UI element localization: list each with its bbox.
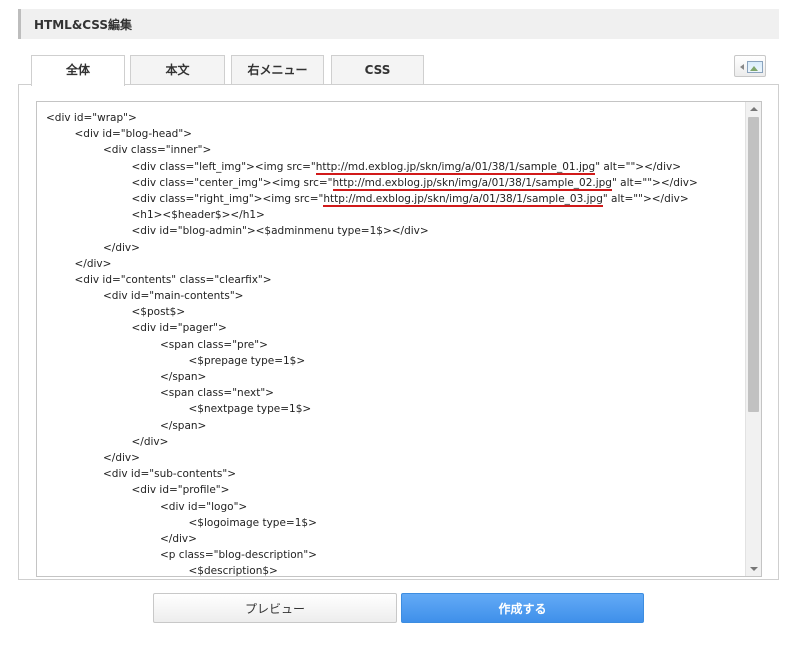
code-text: " alt=""></div> — [602, 192, 689, 205]
scroll-up-icon[interactable] — [750, 107, 758, 111]
code-text: <div class="center_img"><img src=" — [131, 176, 333, 189]
code-text: <div class="inner"> — [103, 144, 212, 157]
code-text: <div id="logo"> — [160, 500, 248, 513]
code-line: </div> — [46, 434, 698, 450]
code-text: " alt=""></div> — [595, 160, 682, 173]
image-url-text: http://md.exblog.jp/skn/img/a/01/38/1/sa… — [332, 176, 612, 191]
code-line: <div id="main-contents"> — [46, 288, 698, 304]
code-text: <div id="blog-head"> — [74, 128, 192, 141]
vertical-scrollbar[interactable] — [745, 102, 761, 576]
code-line: <$post$> — [46, 304, 698, 320]
tab-all[interactable]: 全体 — [31, 55, 125, 86]
code-line: </div> — [46, 240, 698, 256]
code-text: <div id="contents" class="clearfix"> — [74, 273, 272, 286]
code-line: <span class="next"> — [46, 385, 698, 401]
code-text: </div> — [103, 241, 140, 254]
code-line: </div> — [46, 256, 698, 272]
code-text: <$logoimage type=1$> — [188, 516, 317, 529]
code-line: <div id="profile"> — [46, 482, 698, 498]
image-url-text: http://md.exblog.jp/skn/img/a/01/38/1/sa… — [323, 192, 603, 207]
code-line: </div> — [46, 531, 698, 547]
tab-right-menu[interactable]: 右メニュー — [231, 55, 324, 85]
code-text: <div id="blog-admin"><$adminmenu type=1$… — [131, 225, 429, 238]
code-line: <div id="blog-head"> — [46, 126, 698, 142]
tab-body[interactable]: 本文 — [130, 55, 225, 85]
code-line: <div class="inner"> — [46, 142, 698, 158]
code-line: <div id="contents" class="clearfix"> — [46, 272, 698, 288]
code-text: <p class="blog-description"> — [160, 549, 317, 562]
code-text: <$prepage type=1$> — [188, 354, 306, 367]
code-line: <div class="left_img"><img src="http://m… — [46, 159, 698, 175]
code-line: <div class="right_img"><img src="http://… — [46, 191, 698, 207]
image-icon — [747, 61, 763, 73]
code-text: <div id="wrap"> — [46, 112, 137, 124]
code-editor[interactable]: <div id="wrap"> <div id="blog-head"> <div … — [36, 101, 762, 577]
code-text: <div id="main-contents"> — [103, 290, 244, 303]
code-text: <$nextpage type=1$> — [188, 403, 312, 416]
editor-panel: <div id="wrap"> <div id="blog-head"> <div … — [18, 84, 779, 580]
code-text: </div> — [103, 451, 140, 464]
section-header: HTML&CSS編集 — [18, 9, 779, 39]
code-text: <span class="next"> — [160, 387, 274, 400]
code-line: <p class="blog-description"> — [46, 547, 698, 563]
code-text: <div class="left_img"><img src=" — [131, 160, 316, 173]
code-line: <$nextpage type=1$> — [46, 401, 698, 417]
code-line: <div class="center_img"><img src="http:/… — [46, 175, 698, 191]
code-line: <span class="pre"> — [46, 337, 698, 353]
code-line: <div id="sub-contents"> — [46, 466, 698, 482]
code-text: <$post$> — [131, 306, 186, 319]
code-line: <$prepage type=1$> — [46, 353, 698, 369]
code-text: </div> — [74, 257, 112, 270]
code-text: <div id="pager"> — [131, 322, 227, 335]
code-text: " alt=""></div> — [611, 176, 698, 189]
code-text: <div id="sub-contents"> — [103, 468, 237, 481]
code-line: <$logoimage type=1$> — [46, 515, 698, 531]
section-title: HTML&CSS編集 — [34, 18, 133, 32]
code-line: <$description$> — [46, 563, 698, 577]
code-text: <h1><$header$></h1> — [131, 209, 265, 222]
code-line: <div id="wrap"> — [46, 110, 698, 126]
code-text: <div class="right_img"><img src=" — [131, 192, 324, 205]
arrow-left-icon — [740, 64, 744, 70]
tab-css[interactable]: CSS — [331, 55, 424, 85]
code-text: <$description$> — [188, 565, 278, 577]
code-text: <div id="profile"> — [131, 484, 230, 497]
code-text: </span> — [160, 371, 207, 383]
scroll-thumb[interactable] — [748, 117, 759, 412]
scroll-down-icon[interactable] — [750, 567, 758, 571]
insert-image-button[interactable] — [734, 55, 766, 77]
code-text: <span class="pre"> — [160, 338, 268, 351]
code-line: <div id="pager"> — [46, 320, 698, 336]
code-line: <div id="blog-admin"><$adminmenu type=1$… — [46, 223, 698, 239]
code-lines: <div id="wrap"> <div id="blog-head"> <div … — [46, 110, 698, 577]
code-text: </div> — [131, 435, 169, 448]
code-line: </span> — [46, 418, 698, 434]
code-line: <div id="logo"> — [46, 499, 698, 515]
image-url-text: http://md.exblog.jp/skn/img/a/01/38/1/sa… — [315, 160, 596, 175]
create-button[interactable]: 作成する — [401, 593, 644, 623]
code-text: </span> — [160, 419, 207, 432]
code-line: </div> — [46, 450, 698, 466]
code-line: </span> — [46, 369, 698, 385]
code-text: </div> — [160, 532, 197, 545]
preview-button[interactable]: プレビュー — [153, 593, 397, 623]
code-line: <h1><$header$></h1> — [46, 207, 698, 223]
